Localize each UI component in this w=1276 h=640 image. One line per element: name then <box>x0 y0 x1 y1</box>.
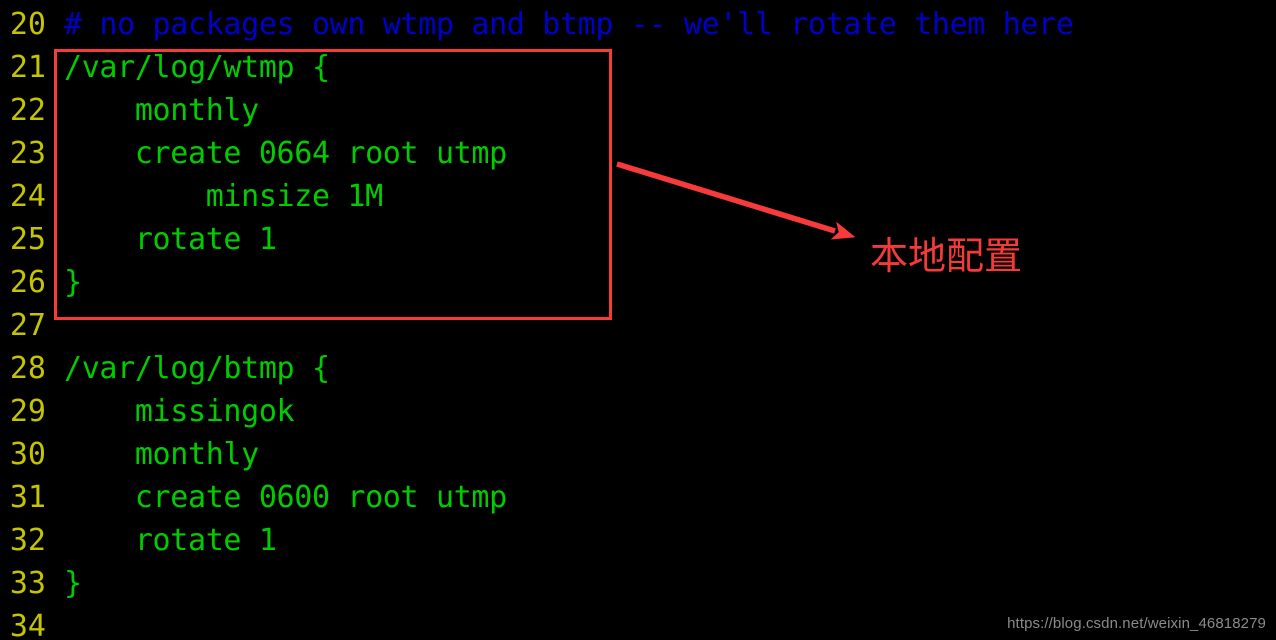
line-number: 33 <box>9 566 46 601</box>
code-line[interactable]: 23 create 0664 root utmp <box>0 132 1276 175</box>
line-number: 30 <box>9 437 46 472</box>
terminal-screen: 20 # no packages own wtmp and btmp -- we'… <box>0 0 1276 640</box>
code-text: monthly <box>64 93 259 128</box>
code-line[interactable]: 27 <box>0 304 1276 347</box>
code-line[interactable]: 24 minsize 1M <box>0 175 1276 218</box>
line-number: 27 <box>9 308 46 343</box>
line-number: 29 <box>9 394 46 429</box>
line-number: 23 <box>9 136 46 171</box>
code-line[interactable]: 26} <box>0 261 1276 304</box>
code-text: create 0664 root utmp <box>64 136 507 171</box>
code-line[interactable]: 33} <box>0 562 1276 605</box>
code-line[interactable]: 28/var/log/btmp { <box>0 347 1276 390</box>
code-line[interactable]: 30 monthly <box>0 433 1276 476</box>
line-number: 20 <box>9 7 46 42</box>
code-line[interactable]: 20 # no packages own wtmp and btmp -- we'… <box>0 3 1276 46</box>
line-number: 32 <box>9 523 46 558</box>
code-line[interactable]: 22 monthly <box>0 89 1276 132</box>
line-number: 22 <box>9 93 46 128</box>
code-text: } <box>64 265 82 300</box>
line-number: 24 <box>9 179 46 214</box>
line-number: 28 <box>9 351 46 386</box>
code-line[interactable]: 25 rotate 1 <box>0 218 1276 261</box>
code-text: /var/log/wtmp { <box>64 50 330 85</box>
code-text: minsize 1M <box>64 179 383 214</box>
code-comment-text: # no packages own wtmp and btmp -- we'll… <box>64 7 1074 42</box>
code-text: monthly <box>64 437 259 472</box>
code-text: missingok <box>64 394 295 429</box>
code-line[interactable]: 31 create 0600 root utmp <box>0 476 1276 519</box>
code-text: } <box>64 566 82 601</box>
line-number: 25 <box>9 222 46 257</box>
code-line[interactable]: 21/var/log/wtmp { <box>0 46 1276 89</box>
code-line[interactable]: 29 missingok <box>0 390 1276 433</box>
code-text: /var/log/btmp { <box>64 351 330 386</box>
code-text: rotate 1 <box>64 222 277 257</box>
code-text: create 0600 root utmp <box>64 480 507 515</box>
watermark: https://blog.csdn.net/weixin_46818279 <box>1007 615 1266 632</box>
line-number: 26 <box>9 265 46 300</box>
code-text: rotate 1 <box>64 523 277 558</box>
line-number: 34 <box>9 609 46 640</box>
code-listing[interactable]: 20 # no packages own wtmp and btmp -- we'… <box>0 0 1276 640</box>
code-line[interactable]: 32 rotate 1 <box>0 519 1276 562</box>
annotation-note-text: 本地配置 <box>870 234 1023 278</box>
line-number: 31 <box>9 480 46 515</box>
line-number: 21 <box>9 50 46 85</box>
